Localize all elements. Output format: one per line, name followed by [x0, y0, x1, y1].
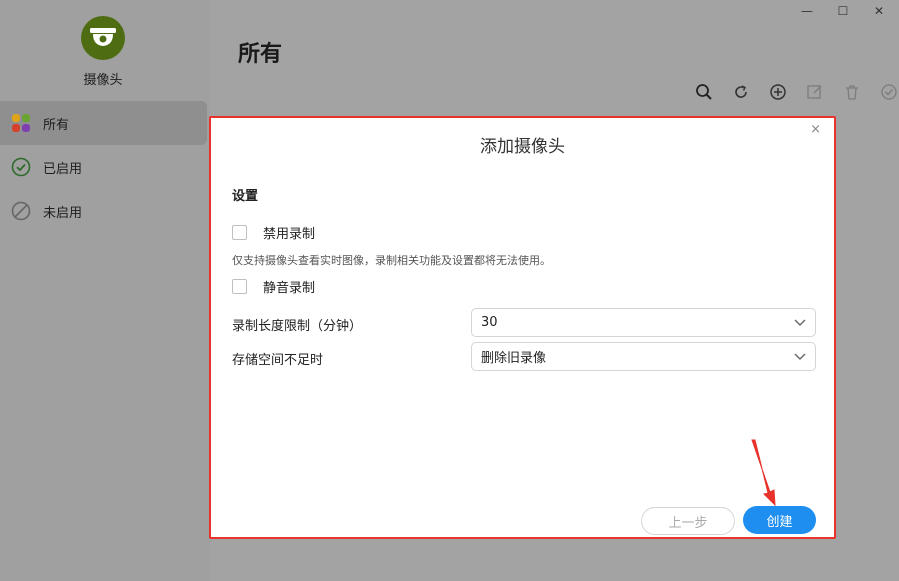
edit-icon[interactable] [803, 80, 827, 104]
camera-app-icon [81, 16, 125, 60]
section-title: 设置 [232, 189, 259, 204]
mute-recording-checkbox[interactable] [232, 279, 247, 294]
storage-full-select[interactable]: 删除旧录像 [471, 342, 816, 371]
dialog-title: 添加摄像头 [480, 137, 565, 157]
close-icon[interactable]: × [810, 122, 821, 137]
close-window-button[interactable]: ✕ [871, 4, 887, 18]
disabled-circle-icon [10, 200, 32, 222]
grid-color-icon [10, 112, 32, 134]
sidebar: 摄像头 所有 已启用 未启用 [0, 0, 210, 581]
disable-recording-label: 禁用录制 [263, 227, 316, 242]
recording-limit-label: 录制长度限制（分钟） [232, 319, 363, 334]
add-icon[interactable] [766, 80, 790, 104]
mute-recording-option[interactable]: 静音录制 [232, 277, 315, 296]
sidebar-item-disabled[interactable]: 未启用 [0, 189, 207, 233]
sidebar-item-label: 未启用 [43, 205, 83, 221]
refresh-icon[interactable] [729, 80, 753, 104]
delete-icon[interactable] [840, 80, 864, 104]
search-icon[interactable] [692, 80, 716, 104]
previous-button[interactable]: 上一步 [641, 507, 735, 535]
page-title: 所有 [238, 42, 283, 67]
disable-recording-hint: 仅支持摄像头查看实时图像，录制相关功能及设置都将无法使用。 [232, 254, 551, 267]
mute-recording-label: 静音录制 [263, 281, 316, 296]
app-name: 摄像头 [83, 73, 123, 88]
disable-recording-checkbox[interactable] [232, 225, 247, 240]
chevron-down-icon [794, 319, 806, 326]
disable-recording-option[interactable]: 禁用录制 [232, 223, 315, 242]
storage-full-value: 删除旧录像 [481, 351, 547, 366]
sidebar-item-label: 所有 [43, 117, 70, 133]
storage-full-label: 存储空间不足时 [232, 353, 324, 368]
maximize-button[interactable]: ☐ [835, 4, 851, 18]
chevron-down-icon [794, 353, 806, 360]
window-controls: — ☐ ✕ [799, 4, 887, 18]
toolbar [692, 80, 899, 104]
sidebar-item-enabled[interactable]: 已启用 [0, 145, 207, 189]
recording-limit-select[interactable]: 30 [471, 308, 816, 337]
add-camera-dialog: 添加摄像头 × 设置 禁用录制 仅支持摄像头查看实时图像，录制相关功能及设置都将… [209, 116, 836, 539]
sidebar-item-all[interactable]: 所有 [0, 101, 207, 145]
create-button[interactable]: 创建 [743, 506, 816, 534]
enable-icon[interactable] [877, 80, 899, 104]
sidebar-item-label: 已启用 [43, 161, 83, 177]
check-circle-icon [10, 156, 32, 178]
recording-limit-value: 30 [481, 315, 498, 330]
minimize-button[interactable]: — [799, 4, 815, 18]
